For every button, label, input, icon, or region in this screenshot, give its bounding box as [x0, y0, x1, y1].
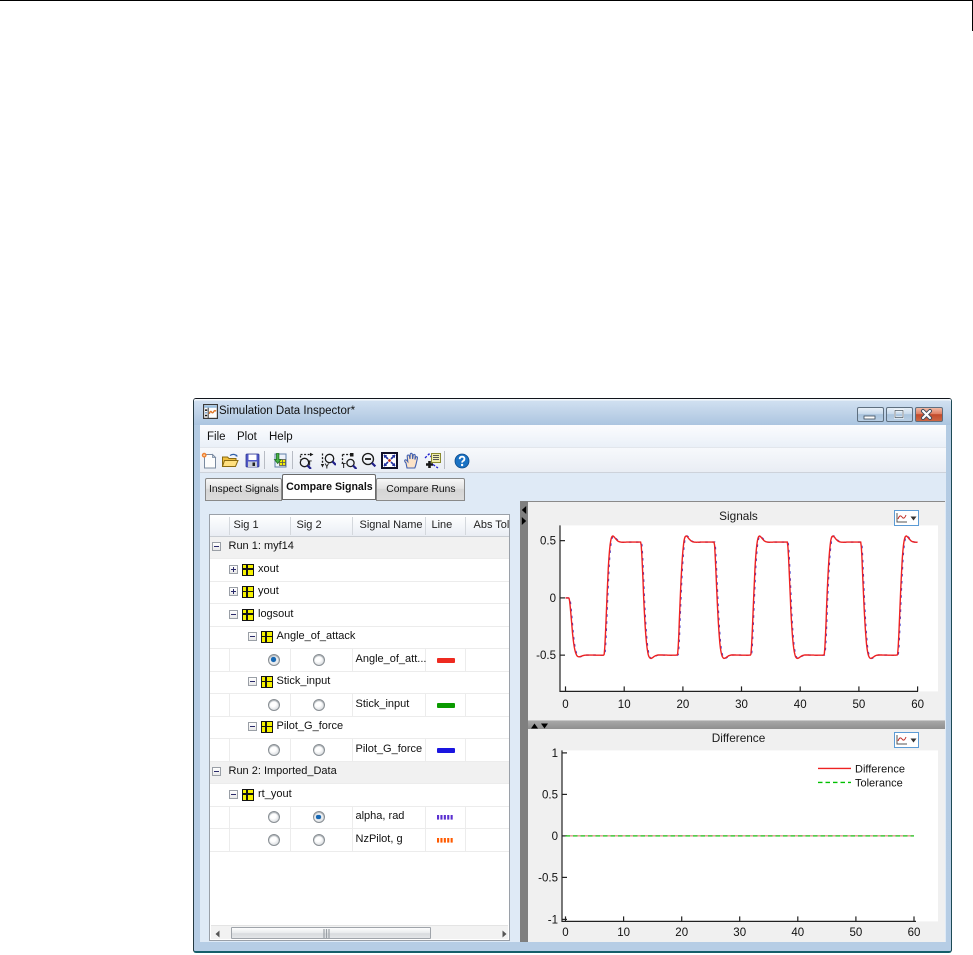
svg-text:30: 30 [734, 927, 747, 939]
svg-text:Signals: Signals [720, 509, 759, 523]
svg-text:0: 0 [563, 699, 569, 711]
svg-text:0.5: 0.5 [540, 536, 556, 548]
svg-text:60: 60 [912, 699, 925, 711]
svg-text:T: T [308, 461, 313, 468]
svg-text:30: 30 [735, 699, 748, 711]
svg-text:40: 40 [792, 927, 805, 939]
svg-text:10: 10 [618, 699, 631, 711]
svg-text:10: 10 [618, 927, 631, 939]
svg-text:40: 40 [794, 699, 807, 711]
svg-text:Difference: Difference [712, 731, 766, 745]
svg-text:T: T [341, 463, 346, 469]
svg-text:1: 1 [552, 748, 558, 760]
svg-text:-1: -1 [548, 914, 558, 926]
svg-text:50: 50 [850, 927, 863, 939]
svg-text:20: 20 [676, 927, 689, 939]
svg-text:Difference: Difference [855, 763, 905, 775]
svg-text:0: 0 [552, 831, 558, 843]
svg-text:20: 20 [677, 699, 690, 711]
svg-text:-0.5: -0.5 [537, 650, 557, 662]
svg-text:0.5: 0.5 [542, 789, 558, 801]
svg-text:Y: Y [324, 464, 329, 470]
svg-text:-0.5: -0.5 [539, 872, 559, 884]
svg-text:0: 0 [550, 593, 556, 605]
svg-text:50: 50 [853, 699, 866, 711]
svg-text:60: 60 [908, 927, 921, 939]
svg-text:Tolerance: Tolerance [855, 777, 903, 789]
svg-text:0: 0 [563, 927, 569, 939]
